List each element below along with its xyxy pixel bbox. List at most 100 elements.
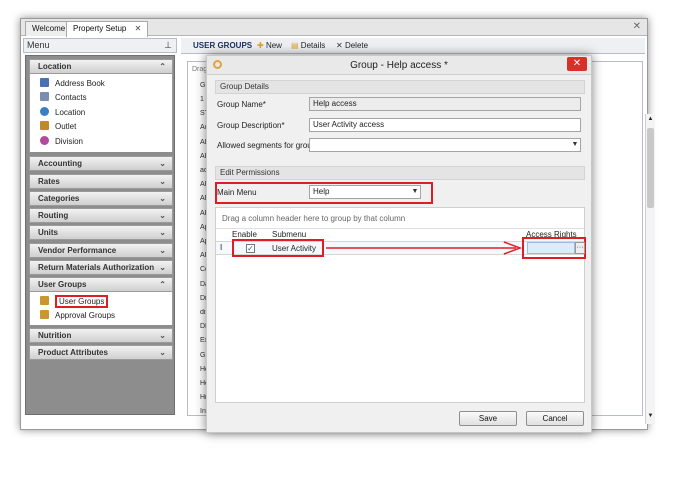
dialog-close-button[interactable]: ✕	[567, 57, 587, 71]
scroll-up-icon[interactable]: ▲	[647, 116, 654, 124]
permissions-grid: Drag a column header here to group by th…	[215, 207, 586, 403]
nav-group-label: Product Attributes	[38, 348, 108, 357]
nav-group-nutrition[interactable]: Nutrition ⌄	[29, 328, 173, 343]
allowed-segments-select[interactable]: ▼	[309, 138, 581, 152]
nav-group-label: Categories	[38, 194, 80, 203]
expand-chevron-icon[interactable]: ⌄	[159, 244, 166, 257]
approval-groups-icon	[40, 310, 49, 319]
dialog-titlebar[interactable]: Group - Help access * ✕	[207, 56, 591, 75]
scroll-down-icon[interactable]: ▼	[647, 413, 654, 421]
collapse-chevron-icon[interactable]: ⌃	[159, 278, 166, 291]
nav-group-units[interactable]: Units ⌄	[29, 225, 173, 240]
new-icon: ✚	[257, 41, 264, 50]
menu-title: Menu	[27, 40, 50, 50]
nav-group-categories[interactable]: Categories ⌄	[29, 191, 173, 206]
location-icon	[40, 107, 49, 116]
group-by-hint: Drag a column header here to group by th…	[222, 214, 406, 223]
nav-item-approval-groups[interactable]: Approval Groups	[40, 309, 115, 323]
nav-group-label: Accounting	[38, 159, 82, 168]
toolbar-title: USER GROUPS	[193, 41, 253, 50]
tab-close-icon[interactable]: ✕	[135, 24, 142, 33]
user-groups-icon	[40, 296, 49, 305]
details-icon: ▤	[291, 41, 299, 50]
close-icon[interactable]: ✕	[633, 21, 641, 32]
details-label: Details	[300, 41, 326, 50]
save-button[interactable]: Save	[459, 411, 517, 426]
cancel-button[interactable]: Cancel	[526, 411, 584, 426]
grid-scrollbar[interactable]: ▲ ▼	[645, 114, 655, 424]
nav-group-body: User Groups Approval Groups	[29, 292, 173, 325]
submenu-cell: User Activity	[272, 244, 317, 253]
tab-strip: Welcome Property Setup ✕ ✕	[21, 19, 647, 37]
nav-group-accounting[interactable]: Accounting ⌄	[29, 156, 173, 171]
expand-chevron-icon[interactable]: ⌄	[159, 209, 166, 222]
nav-group-rma[interactable]: Return Materials Authorization ⌄	[29, 260, 173, 275]
outlet-icon	[40, 121, 49, 130]
details-button[interactable]: ▤ Details	[291, 39, 325, 53]
grid-drag-hint: Drag	[192, 66, 208, 73]
arrow-annotation	[326, 241, 523, 255]
dropdown-arrow-icon[interactable]: ▼	[570, 139, 580, 151]
nav-group-vendor-performance[interactable]: Vendor Performance ⌄	[29, 243, 173, 258]
nav-item-label: Division	[55, 137, 84, 146]
navigation-panel: Location ⌃ Address Book Contacts Locatio…	[25, 55, 175, 415]
nav-item-label: Approval Groups	[55, 311, 116, 320]
nav-item-outlet[interactable]: Outlet	[40, 120, 76, 134]
nav-item-division[interactable]: Division	[40, 135, 83, 149]
nav-group-label: Routing	[38, 211, 69, 220]
nav-group-location[interactable]: Location ⌃	[29, 59, 173, 74]
nav-item-user-groups[interactable]: User Groups	[40, 295, 109, 309]
nav-item-address-book[interactable]: Address Book	[40, 77, 105, 91]
column-header-submenu[interactable]: Submenu	[272, 230, 306, 239]
nav-item-label: User Groups	[55, 295, 109, 308]
dropdown-arrow-icon[interactable]: ▼	[410, 186, 420, 198]
nav-group-label: Vendor Performance	[38, 246, 117, 255]
nav-group-label: User Groups	[38, 280, 87, 289]
allowed-segments-label: Allowed segments for group	[217, 141, 317, 150]
expand-chevron-icon[interactable]: ⌄	[159, 329, 166, 342]
nav-group-body: Address Book Contacts Location Outlet Di…	[29, 74, 173, 152]
group-description-label: Group Description*	[217, 121, 285, 130]
nav-group-label: Return Materials Authorization	[38, 263, 155, 272]
main-menu-label: Main Menu	[217, 188, 257, 197]
nav-item-label: Outlet	[55, 122, 77, 131]
group-details-section: Group Details	[215, 80, 585, 94]
expand-chevron-icon[interactable]: ⌄	[159, 346, 166, 359]
expand-chevron-icon[interactable]: ⌄	[159, 226, 166, 239]
group-name-field[interactable]: Help access	[309, 97, 581, 111]
nav-group-product-attributes[interactable]: Product Attributes ⌄	[29, 345, 173, 360]
tab-property-setup[interactable]: Property Setup ✕	[66, 21, 149, 37]
delete-label: Delete	[344, 41, 369, 50]
nav-group-label: Location	[38, 62, 72, 71]
contacts-icon	[40, 92, 49, 101]
collapse-chevron-icon[interactable]: ⌃	[159, 60, 166, 73]
enable-checkbox[interactable]: ✓	[246, 244, 255, 253]
main-menu-value: Help	[313, 187, 330, 196]
new-label: New	[265, 41, 282, 50]
main-menu-select[interactable]: Help ▼	[309, 185, 421, 199]
group-description-field[interactable]: User Activity access	[309, 118, 581, 132]
nav-group-user-groups[interactable]: User Groups ⌃	[29, 277, 173, 292]
division-icon	[40, 136, 49, 145]
row-indicator-icon: I	[220, 243, 223, 252]
expand-chevron-icon[interactable]: ⌄	[159, 175, 166, 188]
new-button[interactable]: ✚ New	[257, 39, 282, 53]
scroll-thumb[interactable]	[647, 128, 654, 208]
delete-icon: ✕	[336, 41, 343, 50]
pin-icon[interactable]: ⊥	[164, 39, 172, 52]
access-rights-field[interactable]	[527, 242, 575, 254]
expand-chevron-icon[interactable]: ⌄	[159, 261, 166, 274]
dialog-title: Group - Help access *	[350, 60, 448, 71]
expand-chevron-icon[interactable]: ⌄	[159, 192, 166, 205]
expand-chevron-icon[interactable]: ⌄	[159, 157, 166, 170]
group-dialog: Group - Help access * ✕ Group Details Gr…	[206, 55, 592, 433]
menu-header: Menu ⊥	[23, 38, 177, 53]
nav-item-location[interactable]: Location	[40, 106, 85, 120]
nav-group-rates[interactable]: Rates ⌄	[29, 174, 173, 189]
column-header-enable[interactable]: Enable	[232, 230, 257, 239]
nav-group-routing[interactable]: Routing ⌄	[29, 208, 173, 223]
ellipsis-button[interactable]: ···	[575, 242, 585, 254]
nav-item-label: Location	[55, 108, 86, 117]
nav-item-contacts[interactable]: Contacts	[40, 91, 87, 105]
delete-button[interactable]: ✕ Delete	[336, 39, 368, 53]
